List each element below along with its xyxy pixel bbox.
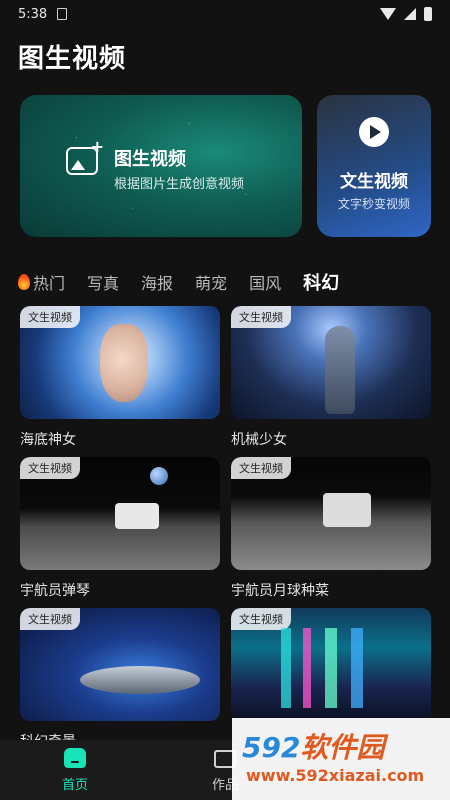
status-time: 5:38 [18,6,48,22]
card-badge: 文生视频 [231,608,291,630]
tab-pets[interactable]: 萌宠 [195,270,227,294]
template-card[interactable]: 文生视频 宇航员月球种菜 [231,457,431,600]
tab-chinese-style[interactable]: 国风 [249,270,281,294]
tab-label: 科幻 [303,273,340,294]
signal-icon [404,8,416,20]
template-card[interactable]: 文生视频 机械少女 [231,306,431,449]
card-badge: 文生视频 [20,306,80,328]
card-thumbnail: 文生视频 [20,457,220,570]
image-add-icon [66,137,104,175]
tab-poster[interactable]: 海报 [141,270,173,294]
card-title: 海底神女 [20,432,76,448]
battery-icon [424,7,432,21]
card-thumbnail: 文生视频 [231,608,431,721]
card-title: 宇航员弹琴 [20,583,90,599]
home-icon [64,748,86,768]
tab-portrait[interactable]: 写真 [87,270,119,294]
tab-scifi[interactable]: 科幻 [303,269,339,295]
watermark: 592软件园 www.592xiazai.com [232,718,450,800]
template-card[interactable]: 文生视频 宇航员弹琴 [20,457,220,600]
tab-label: 热门 [33,274,66,293]
play-icon [359,117,389,147]
card-badge: 文生视频 [231,306,291,328]
hero-subtitle: 根据图片生成创意视频 [114,177,245,192]
page-title: 图生视频 [18,44,127,74]
card-thumbnail: 文生视频 [231,457,431,570]
text-to-video-card[interactable]: 文生视频 文字秒变视频 [317,95,431,237]
template-card[interactable]: 文生视频 [231,608,431,731]
hero-title: 图生视频 [114,149,186,170]
card-thumbnail: 文生视频 [20,306,220,419]
nav-home[interactable]: 首页 [40,748,110,793]
card-thumbnail: 文生视频 [231,306,431,419]
tab-label: 萌宠 [195,274,228,293]
card-thumbnail: 文生视频 [20,608,220,721]
card-badge: 文生视频 [231,457,291,479]
tab-hot[interactable]: 热门 [18,270,65,294]
watermark-url: www.592xiazai.com [246,766,425,785]
card-badge: 文生视频 [20,608,80,630]
card-title: 宇航员月球种菜 [231,583,329,599]
tab-label: 国风 [249,274,282,293]
template-card[interactable]: 文生视频 海底神女 [20,306,220,449]
image-to-video-card[interactable]: 图生视频 根据图片生成创意视频 [20,95,302,237]
watermark-cn: 软件园 [300,731,385,764]
fire-icon [18,274,30,290]
sim-icon [57,8,68,20]
nav-label: 首页 [61,778,88,793]
card-title: 机械少女 [231,432,287,448]
status-bar: 5:38 [0,0,450,28]
wifi-icon [380,8,396,20]
text-card-title: 文生视频 [340,172,408,192]
watermark-number: 592 [242,731,301,764]
tab-label: 写真 [87,274,120,293]
text-card-subtitle: 文字秒变视频 [337,197,410,211]
tab-label: 海报 [141,274,174,293]
watermark-brand: 592软件园 [242,726,384,766]
category-tabs: 热门 写真 海报 萌宠 国风 科幻 [18,270,361,294]
template-card[interactable]: 文生视频 科幻奇景 [20,608,220,751]
card-badge: 文生视频 [20,457,80,479]
